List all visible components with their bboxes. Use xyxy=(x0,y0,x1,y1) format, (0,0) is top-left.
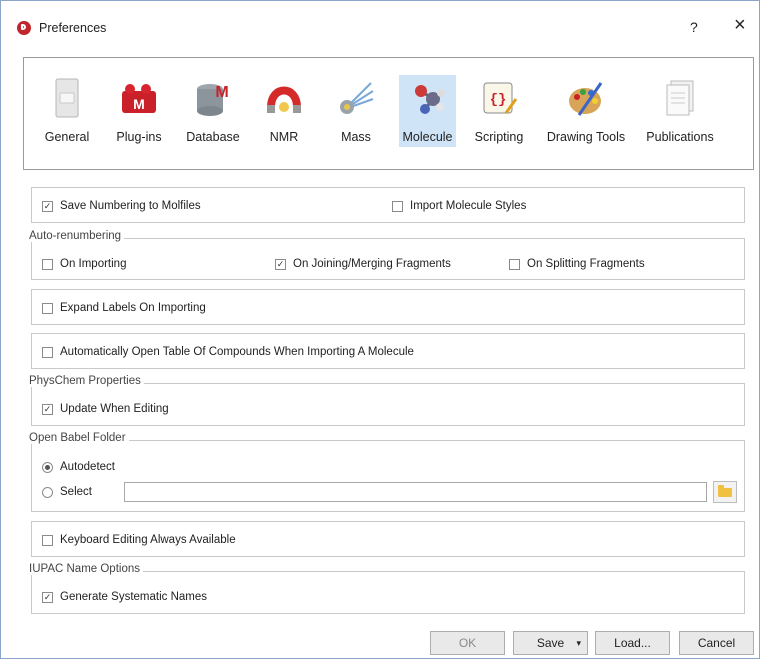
category-molecule[interactable]: Molecule xyxy=(399,58,456,170)
category-drawing-tools[interactable]: Drawing Tools xyxy=(544,58,628,170)
babel-folder-path-input[interactable] xyxy=(124,482,707,502)
group-title: Auto-renumbering xyxy=(29,230,125,242)
iupac-group: IUPAC Name Options ✓ Generate Systematic… xyxy=(29,563,745,614)
folder-icon xyxy=(718,485,732,497)
checkbox-label: On Importing xyxy=(60,258,127,270)
help-button[interactable]: ? xyxy=(690,19,698,35)
category-label: Database xyxy=(186,130,240,144)
radio-label: Autodetect xyxy=(60,461,115,473)
on-importing-checkbox[interactable]: On Importing xyxy=(42,258,126,270)
physchem-group: PhysChem Properties ✓ Update When Editin… xyxy=(29,375,745,426)
checkbox-box xyxy=(509,258,520,270)
checkbox-label: On Joining/Merging Fragments xyxy=(293,258,451,270)
checkbox-box xyxy=(42,346,53,358)
checkbox-box xyxy=(392,200,403,212)
expand-labels-group: Expand Labels On Importing xyxy=(31,289,745,325)
category-label: Drawing Tools xyxy=(546,130,626,144)
category-label: Mass xyxy=(341,130,371,144)
open-table-group: Automatically Open Table Of Compounds Wh… xyxy=(31,333,745,369)
category-publications[interactable]: Publications xyxy=(644,58,716,170)
general-icon xyxy=(55,78,79,118)
checkbox-box xyxy=(42,258,53,270)
checkbox-label: Import Molecule Styles xyxy=(410,200,527,212)
keyboard-editing-checkbox[interactable]: Keyboard Editing Always Available xyxy=(42,534,236,546)
category-mass[interactable]: Mass xyxy=(330,58,382,170)
checkbox-box: ✓ xyxy=(42,200,53,212)
checkbox-label: Keyboard Editing Always Available xyxy=(60,534,236,546)
checkbox-box: ✓ xyxy=(275,258,286,270)
systematic-names-checkbox[interactable]: ✓ Generate Systematic Names xyxy=(42,591,207,603)
nmr-icon xyxy=(267,86,301,113)
category-plugins[interactable]: M Plug-ins xyxy=(111,58,167,170)
radio-circle xyxy=(42,486,53,498)
group-title: Open Babel Folder xyxy=(29,432,129,444)
category-label: General xyxy=(44,130,90,144)
category-label: Publications xyxy=(646,130,714,144)
scripting-icon: {} xyxy=(483,82,518,114)
category-database[interactable]: M Database xyxy=(183,58,243,170)
open-table-checkbox[interactable]: Automatically Open Table Of Compounds Wh… xyxy=(42,346,414,358)
preferences-window: Preferences ? × General M Plug-ins M Dat… xyxy=(0,0,760,659)
on-splitting-checkbox[interactable]: On Splitting Fragments xyxy=(509,258,645,270)
auto-renumbering-group: Auto-renumbering On Importing ✓ On Joini… xyxy=(29,230,745,280)
svg-text:M: M xyxy=(215,84,228,101)
checkbox-label: Update When Editing xyxy=(60,403,169,415)
checkbox-box: ✓ xyxy=(42,403,53,415)
category-nmr[interactable]: NMR xyxy=(262,58,306,170)
select-radio[interactable]: Select xyxy=(42,486,92,498)
title-bar: Preferences ? × xyxy=(1,1,759,45)
cancel-button[interactable]: Cancel xyxy=(679,631,754,655)
category-toolbar: General M Plug-ins M Database NMR Mass M… xyxy=(23,57,754,170)
checkbox-box xyxy=(42,534,53,546)
checkbox-box: ✓ xyxy=(42,591,53,603)
checkbox-box xyxy=(42,302,53,314)
ok-button[interactable]: OK xyxy=(430,631,505,655)
mass-icon xyxy=(340,82,374,114)
import-styles-checkbox[interactable]: Import Molecule Styles xyxy=(392,200,526,212)
molfile-options-group: ✓ Save Numbering to Molfiles Import Mole… xyxy=(31,187,745,223)
save-button[interactable]: Save ▾ xyxy=(513,631,588,655)
category-label: NMR xyxy=(269,130,299,144)
close-button[interactable]: × xyxy=(734,15,746,35)
checkbox-label: Generate Systematic Names xyxy=(60,591,208,603)
load-button[interactable]: Load... xyxy=(595,631,670,655)
browse-folder-button[interactable] xyxy=(713,481,737,503)
update-editing-checkbox[interactable]: ✓ Update When Editing xyxy=(42,403,169,415)
on-joining-checkbox[interactable]: ✓ On Joining/Merging Fragments xyxy=(275,258,451,270)
drawing-tools-icon xyxy=(569,82,603,116)
save-button-label: Save xyxy=(536,636,565,650)
database-icon: M xyxy=(197,84,229,116)
checkbox-label: On Splitting Fragments xyxy=(527,258,645,270)
expand-labels-checkbox[interactable]: Expand Labels On Importing xyxy=(42,302,206,314)
checkbox-label: Save Numbering to Molfiles xyxy=(60,200,201,212)
checkbox-label: Automatically Open Table Of Compounds Wh… xyxy=(60,346,414,358)
category-general[interactable]: General xyxy=(40,58,94,170)
category-scripting[interactable]: {} Scripting xyxy=(472,58,526,170)
molecule-icon xyxy=(414,85,445,114)
save-numbering-checkbox[interactable]: ✓ Save Numbering to Molfiles xyxy=(42,200,201,212)
app-logo-icon xyxy=(17,21,31,35)
category-label: Molecule xyxy=(402,130,453,144)
publications-icon xyxy=(666,80,694,116)
group-title: PhysChem Properties xyxy=(29,375,144,387)
category-label: Plug-ins xyxy=(116,130,162,144)
radio-label: Select xyxy=(60,486,92,498)
group-title: IUPAC Name Options xyxy=(29,563,143,575)
keyboard-editing-group: Keyboard Editing Always Available xyxy=(31,521,745,557)
window-title: Preferences xyxy=(39,21,107,35)
svg-text:M: M xyxy=(133,96,145,112)
radio-circle xyxy=(42,461,53,473)
svg-text:{}: {} xyxy=(490,92,507,108)
dropdown-arrow-icon: ▾ xyxy=(576,638,581,648)
category-label: Scripting xyxy=(474,130,524,144)
autodetect-radio[interactable]: Autodetect xyxy=(42,461,115,473)
checkbox-label: Expand Labels On Importing xyxy=(60,302,206,314)
plugins-icon: M xyxy=(122,84,156,113)
